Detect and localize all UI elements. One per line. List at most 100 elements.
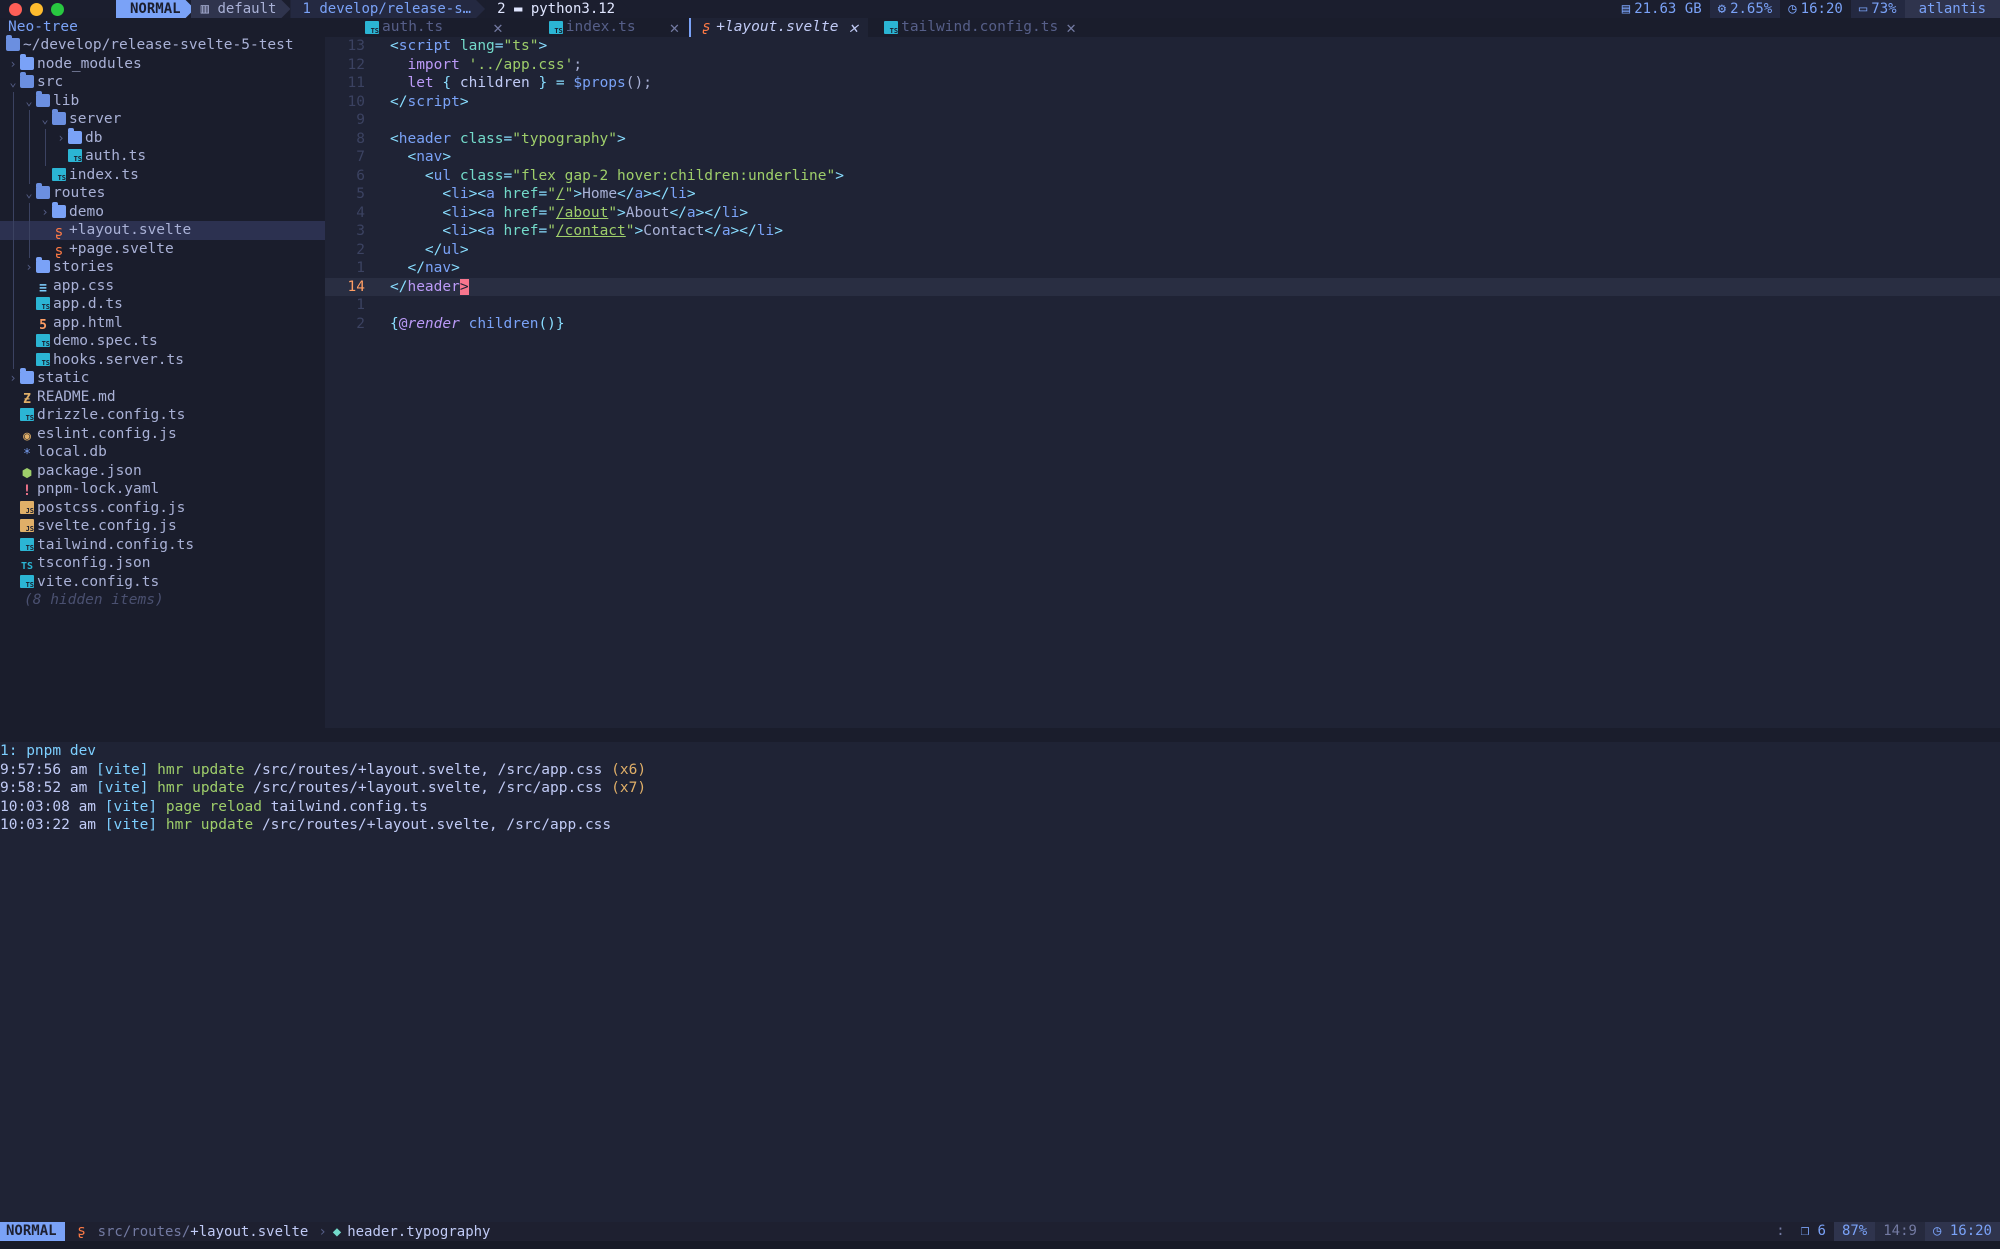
hidden-items-note: (8 hidden items) — [24, 592, 164, 608]
code-line[interactable]: 9 — [325, 111, 2000, 130]
tree-file[interactable]: tailwind.config.ts — [0, 536, 325, 555]
tree-file[interactable]: ʂ +page.svelte — [0, 239, 325, 258]
tree-item-label: drizzle.config.ts — [37, 407, 186, 423]
tree-file[interactable]: ≡ app.css — [0, 276, 325, 295]
tree-file[interactable]: ʂ +layout.svelte — [0, 221, 325, 240]
zoom-window-button[interactable] — [51, 2, 64, 16]
breadcrumb-symbol: header.typography — [347, 1223, 491, 1240]
tmux-window-2[interactable]: 2 ▬ python3.12 — [485, 0, 629, 18]
tree-folder[interactable]: › static — [0, 368, 325, 388]
tree-file[interactable]: * local.db — [0, 443, 325, 462]
line-number: 13 — [347, 38, 365, 54]
battery-value: 73% — [1871, 1, 1897, 17]
current-code-line[interactable]: 14 </header> — [325, 277, 2000, 296]
tree-file[interactable]: index.ts — [0, 165, 325, 184]
chevron-down-icon[interactable]: ⌄ — [6, 73, 20, 92]
tree-file[interactable]: postcss.config.js — [0, 499, 325, 518]
file-explorer[interactable]: Neo-tree ~/develop/release-svelte-5-test… — [0, 18, 325, 728]
tree-file[interactable]: ⬢ package.json — [0, 462, 325, 481]
tree-item-label: vite.config.ts — [37, 573, 160, 590]
line-number: 10 — [347, 93, 365, 110]
chevron-down-icon[interactable]: ⌄ — [22, 92, 36, 111]
tree-folder[interactable]: ⌄ routes — [0, 183, 325, 203]
pane-divider[interactable] — [0, 728, 2000, 742]
close-icon[interactable]: ✕ — [1066, 18, 1076, 37]
tree-file[interactable]: drizzle.config.ts — [0, 406, 325, 425]
code-line[interactable]: 7 <nav> — [325, 148, 2000, 167]
tmux-window-1[interactable]: 1 develop/release-s… — [290, 0, 485, 18]
tree-item-label: pnpm-lock.yaml — [37, 481, 160, 497]
line-number: 2 — [356, 315, 365, 332]
tree-file[interactable]: ! pnpm-lock.yaml — [0, 480, 325, 499]
tree-file[interactable]: svelte.config.js — [0, 517, 325, 536]
tab-layout-svelte[interactable]: ʂ +layout.svelte ✕ — [689, 18, 869, 37]
code-text: {@render children()} — [390, 315, 565, 332]
tmux-status-bar: NORMAL ▥ default 1 develop/release-s… 2 … — [0, 0, 2000, 18]
tree-folder[interactable]: ⌄ src — [0, 72, 325, 92]
log-tag: [vite] — [96, 780, 149, 796]
tab-index-ts[interactable]: index.ts ✕ — [513, 18, 689, 37]
code-line[interactable]: 2 </ul> — [325, 241, 2000, 260]
tab-auth-ts[interactable]: auth.ts ✕ — [325, 18, 513, 37]
chevron-right-icon[interactable]: › — [6, 55, 20, 74]
code-line[interactable]: 11 let { children } = $props(); — [325, 74, 2000, 93]
code-line[interactable]: 13 <script lang="ts"> — [325, 37, 2000, 56]
chevron-down-icon[interactable]: ⌄ — [22, 184, 36, 203]
code-line[interactable]: 1 — [325, 296, 2000, 315]
command-indicator: : — [1776, 1223, 1785, 1239]
clock-icon: ◷ — [1788, 1, 1797, 17]
statusline-breadcrumb[interactable]: › ◆ header.typography — [318, 1224, 490, 1240]
tree-file[interactable]: demo.spec.ts — [0, 332, 325, 351]
close-window-button[interactable] — [9, 2, 22, 16]
chevron-down-icon[interactable]: ⌄ — [38, 110, 52, 129]
tree-file[interactable]: vite.config.ts — [0, 573, 325, 592]
tree-folder[interactable]: › node_modules — [0, 53, 325, 74]
tree-folder[interactable]: › demo — [0, 201, 325, 222]
code-line[interactable]: 6 <ul class="flex gap-2 hover:children:u… — [325, 167, 2000, 186]
chevron-right-icon[interactable]: › — [54, 129, 68, 148]
tree-file[interactable]: 5 app.html — [0, 313, 325, 332]
code-line[interactable]: 8 <header class="typography"> — [325, 130, 2000, 149]
chevron-right-icon[interactable]: › — [38, 203, 52, 222]
tmux-session[interactable]: ▥ default — [191, 0, 291, 18]
folder-icon — [20, 368, 34, 384]
tree-folder[interactable]: › db — [0, 127, 325, 148]
chevron-right-icon[interactable]: › — [6, 369, 20, 388]
minimize-window-button[interactable] — [30, 2, 43, 16]
chevron-right-icon[interactable]: › — [22, 258, 36, 277]
tree-folder[interactable]: › stories — [0, 257, 325, 277]
terminal-pane[interactable]: 1: pnpm dev 9:57:56 am [vite] hmr update… — [0, 742, 2000, 1222]
tree-file[interactable]: auth.ts — [0, 147, 325, 166]
cpu-usage: ⚙ 2.65% — [1709, 0, 1781, 18]
tree-item-label: node_modules — [37, 55, 142, 72]
code-line[interactable]: 1 </nav> — [325, 259, 2000, 278]
log-count: (x7) — [611, 780, 647, 796]
indent-guide — [13, 221, 14, 240]
indent-guide — [13, 313, 14, 332]
lsp-status[interactable]: ❒ 6 — [1793, 1222, 1834, 1241]
close-icon[interactable]: ✕ — [670, 18, 680, 37]
code-line[interactable]: 4 <li><a href="/about">About</a></li> — [325, 204, 2000, 223]
tab-tailwind-config[interactable]: tailwind.config.ts ✕ — [868, 18, 1086, 37]
tree-folder[interactable]: ⌄ lib — [0, 90, 325, 111]
tree-root-label: ~/develop/release-svelte-5-test — [23, 37, 294, 53]
close-icon[interactable]: ✕ — [493, 18, 503, 37]
code-line[interactable]: 2 {@render children()} — [325, 315, 2000, 334]
code-text: import '../app.css'; — [407, 56, 583, 73]
code-line[interactable]: 5 <li><a href="/">Home</a></li> — [325, 185, 2000, 204]
file-tree[interactable]: › node_modules⌄src⌄lib⌄server›dbauth.tsin… — [0, 53, 325, 592]
tree-file[interactable]: ◉ eslint.config.js — [0, 425, 325, 444]
tree-file[interactable]: Ƶ README.md — [0, 388, 325, 407]
tree-file[interactable]: TS tsconfig.json — [0, 554, 325, 573]
log-action: page reload — [165, 798, 262, 815]
code-line[interactable]: 12 import '../app.css'; — [325, 56, 2000, 75]
code-line[interactable]: 10 </script> — [325, 93, 2000, 112]
tree-folder[interactable]: ⌄ server — [0, 109, 325, 129]
code-editor[interactable]: 13 <script lang="ts"> 12 import '../app.c… — [325, 37, 2000, 727]
tree-file[interactable]: hooks.server.ts — [0, 350, 325, 369]
close-icon[interactable]: ✕ — [848, 18, 858, 37]
disk-value: 21.63 GB — [1634, 1, 1702, 17]
code-line[interactable]: 3 <li><a href="/contact">Contact</a></li… — [325, 222, 2000, 241]
tree-file[interactable]: app.d.ts — [0, 295, 325, 314]
tree-root[interactable]: ~/develop/release-svelte-5-test — [0, 35, 325, 55]
